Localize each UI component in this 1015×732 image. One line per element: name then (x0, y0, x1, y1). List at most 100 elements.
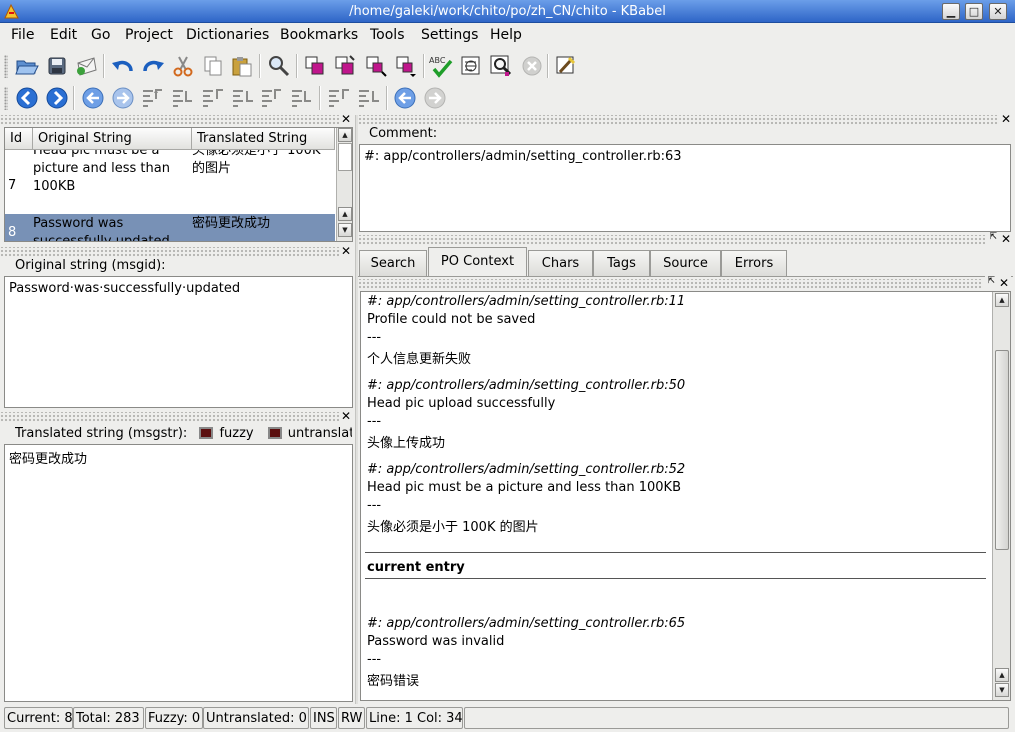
column-original-header[interactable]: Original String (33, 128, 192, 150)
previous-fuzzy-untranslated-button[interactable] (259, 85, 285, 111)
title-bar[interactable]: /home/galeki/work/chito/po/zh_CN/chito -… (0, 0, 1015, 23)
scroll-up-icon[interactable]: ▲ (338, 128, 352, 142)
spellcheck-button[interactable]: ABC (428, 53, 454, 79)
paste-button[interactable] (229, 53, 255, 79)
next-diff-button[interactable] (363, 53, 389, 79)
context-reference: #: app/controllers/admin/setting_control… (367, 462, 686, 477)
navigation-toolbar (0, 83, 1015, 114)
entry-translated: 密码更改成功 (192, 216, 271, 231)
open-button[interactable] (14, 53, 40, 79)
comment-content: #: app/controllers/admin/setting_control… (364, 149, 682, 164)
back-button[interactable] (80, 85, 106, 111)
back-icon (82, 87, 104, 109)
entry-list[interactable]: Id Original String Translated String 7 H… (4, 127, 353, 242)
column-translated-header[interactable]: Translated String (192, 128, 335, 150)
comment-editor[interactable]: #: app/controllers/admin/setting_control… (359, 144, 1011, 232)
scroll-thumb[interactable] (338, 143, 352, 171)
status-current: Current: 8 (4, 707, 73, 729)
close-icon[interactable]: ✕ (998, 112, 1013, 126)
redo-icon (143, 60, 164, 72)
catalog-manager-button[interactable] (302, 53, 328, 79)
close-icon[interactable]: ✕ (338, 244, 353, 258)
cut-button[interactable] (170, 53, 196, 79)
stop-button[interactable] (519, 53, 545, 79)
context-scrollbar[interactable]: ▲ ▲ ▼ (992, 292, 1010, 700)
menu-dictionaries[interactable]: Dictionaries (186, 27, 269, 43)
tab-tags[interactable]: Tags (593, 250, 650, 276)
column-id-header[interactable]: Id (5, 128, 33, 150)
previous-untranslated-button[interactable] (200, 85, 226, 111)
diff-icon (335, 55, 355, 75)
toolbar-grip[interactable] (4, 87, 8, 110)
send-mail-button[interactable] (74, 53, 100, 79)
tab-chars[interactable]: Chars (528, 250, 593, 276)
previous-error-button[interactable] (326, 85, 352, 111)
menu-help[interactable]: Help (490, 27, 522, 43)
copy-button[interactable] (200, 53, 226, 79)
original-string-text[interactable]: Password·was·successfully·updated (4, 276, 353, 408)
scroll-down-icon[interactable]: ▼ (338, 223, 352, 237)
menu-project[interactable]: Project (125, 27, 173, 43)
close-window-button[interactable]: ✕ (989, 3, 1007, 20)
po-context-view[interactable]: #: app/controllers/admin/setting_control… (360, 291, 1011, 701)
tab-search[interactable]: Search (359, 250, 427, 276)
scroll-up-icon[interactable]: ▲ (338, 207, 352, 221)
menu-tools[interactable]: Tools (370, 27, 405, 43)
divider (365, 578, 986, 579)
next-fuzzy-untranslated-button[interactable] (289, 85, 315, 111)
previous-bookmark-button[interactable] (392, 85, 418, 111)
close-icon[interactable]: ✕ (998, 232, 1013, 246)
next-error-button[interactable] (356, 85, 382, 111)
translated-string-editor[interactable]: 密码更改成功 (4, 444, 353, 702)
toolbar-grip[interactable] (4, 55, 8, 78)
menu-bookmarks[interactable]: Bookmarks (280, 27, 358, 43)
close-icon[interactable]: ✕ (338, 409, 353, 423)
list-scrollbar[interactable]: ▲ ▲ ▼ (336, 128, 352, 241)
previous-entry-button[interactable] (14, 85, 40, 111)
minimize-icon: ▁ (946, 5, 956, 18)
float-icon[interactable]: ⇱ (985, 276, 997, 286)
redo-button[interactable] (140, 53, 166, 79)
forward-button[interactable] (110, 85, 136, 111)
entry-id: 7 (8, 178, 17, 193)
maximize-button[interactable]: □ (965, 3, 983, 20)
float-icon[interactable]: ⇱ (987, 232, 999, 242)
entry-original: Head pic must be a picture and less than… (33, 150, 170, 194)
translated-string-header: Translated string (msgstr): fuzzy untran… (15, 426, 352, 441)
send-mail-icon (77, 57, 97, 76)
search-dictionary-button[interactable] (489, 53, 515, 79)
scroll-up-icon[interactable]: ▲ (995, 293, 1009, 307)
menu-edit[interactable]: Edit (50, 27, 77, 43)
tab-errors[interactable]: Errors (721, 250, 787, 276)
diff-button[interactable] (332, 53, 358, 79)
next-untranslated-button[interactable] (230, 85, 256, 111)
show-diff-button[interactable] (393, 53, 419, 79)
undo-button[interactable] (110, 53, 136, 79)
next-bookmark-button[interactable] (422, 85, 448, 111)
window-title: /home/galeki/work/chito/po/zh_CN/chito -… (349, 4, 666, 19)
scroll-thumb[interactable] (995, 350, 1009, 550)
scroll-up-icon[interactable]: ▲ (995, 668, 1009, 682)
list-item-selected[interactable]: 8 Password was successfully updated 密码更改… (5, 214, 335, 241)
find-button[interactable] (266, 53, 292, 79)
menu-settings[interactable]: Settings (421, 27, 478, 43)
previous-fuzzy-button[interactable] (140, 85, 166, 111)
tab-po-context[interactable]: PO Context (428, 247, 527, 277)
menu-go[interactable]: Go (91, 27, 110, 43)
save-button[interactable] (44, 53, 70, 79)
next-entry-button[interactable] (44, 85, 70, 111)
close-icon[interactable]: ✕ (338, 112, 353, 126)
rough-translation-button[interactable] (553, 53, 579, 79)
fuzzy-indicator (199, 427, 214, 439)
list-item[interactable]: 7 Head pic must be a picture and less th… (5, 150, 335, 202)
close-icon[interactable]: ✕ (996, 276, 1011, 290)
previous-bookmark-icon (394, 87, 416, 109)
validate-button[interactable] (458, 53, 484, 79)
menu-file[interactable]: File (11, 27, 34, 43)
scroll-down-icon[interactable]: ▼ (995, 683, 1009, 697)
next-fuzzy-button[interactable] (170, 85, 196, 111)
tab-source[interactable]: Source (650, 250, 721, 276)
previous-error-icon (329, 89, 349, 107)
main-toolbar: ABC (0, 51, 1015, 82)
minimize-button[interactable]: ▁ (942, 3, 960, 20)
